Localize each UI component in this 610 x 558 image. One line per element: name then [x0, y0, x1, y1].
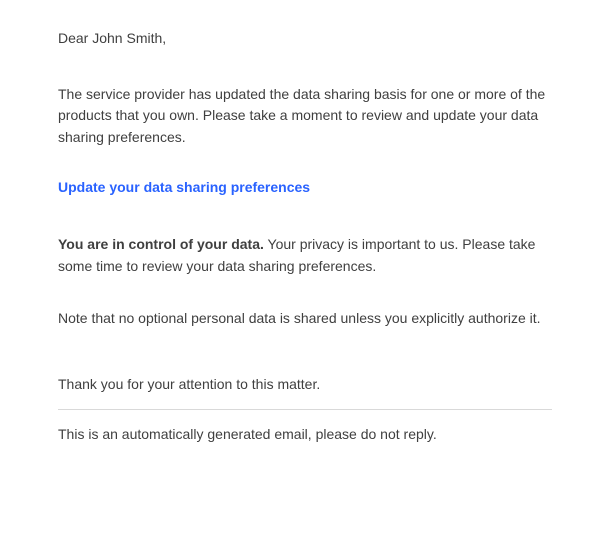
update-preferences-link[interactable]: Update your data sharing preferences — [58, 177, 310, 199]
greeting-text: Dear John Smith, — [58, 28, 552, 50]
footer-note: This is an automatically generated email… — [58, 424, 552, 446]
control-paragraph: You are in control of your data. Your pr… — [58, 234, 552, 277]
closing-text: Thank you for your attention to this mat… — [58, 374, 552, 396]
control-bold-text: You are in control of your data. — [58, 236, 264, 252]
intro-paragraph: The service provider has updated the dat… — [58, 84, 552, 149]
divider — [58, 409, 552, 410]
note-paragraph: Note that no optional personal data is s… — [58, 308, 552, 330]
